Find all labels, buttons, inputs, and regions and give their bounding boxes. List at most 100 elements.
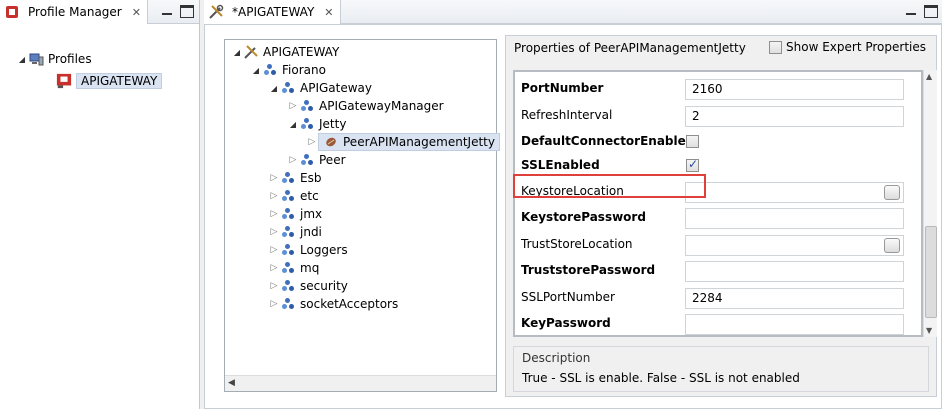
browse-button[interactable]	[884, 185, 900, 200]
tree-item-label: APIGatewayManager	[319, 99, 444, 113]
tree-item-label: security	[300, 279, 348, 293]
property-value-input[interactable]	[685, 235, 904, 256]
property-value-input[interactable]	[685, 261, 904, 282]
configuration-tree[interactable]: ◢ APIGATEWAY ◢ Fiorano ◢ APIGateway ▷ AP…	[224, 39, 500, 392]
editor-body: ◢ APIGATEWAY ◢ Fiorano ◢ APIGateway ▷ AP…	[204, 24, 942, 409]
property-name: SSLEnabled	[521, 158, 600, 172]
profile-manager-tab-title: Profile Manager	[28, 5, 122, 19]
tools-icon	[208, 4, 224, 20]
collapse-arrow-icon[interactable]: ▷	[268, 263, 280, 273]
tree-item-label: socketAcceptors	[300, 297, 399, 311]
maximize-button[interactable]	[180, 5, 194, 18]
scroll-left-icon[interactable]: ◀	[228, 378, 235, 388]
property-row-refreshinterval: RefreshInterval 2	[515, 103, 921, 129]
horizontal-scrollbar[interactable]: ◀	[225, 375, 496, 391]
tree-item[interactable]: ▷ mq	[268, 259, 320, 277]
maximize-button[interactable]	[924, 5, 938, 18]
property-row-defaultconnectorenabled: DefaultConnectorEnabled	[515, 129, 921, 155]
tree-item-apigateway-profile[interactable]: APIGATEWAY	[56, 72, 163, 90]
profile-manager-tab[interactable]: Profile Manager ✕	[0, 0, 148, 24]
scrollbar-thumb[interactable]	[925, 226, 937, 318]
molecule-icon	[280, 260, 296, 276]
sslenabled-highlight-box	[513, 174, 706, 198]
tree-item[interactable]: ▷ security	[268, 277, 348, 295]
properties-panel: Properties of PeerAPIManagementJetty Sho…	[505, 35, 937, 397]
property-row-sslportnumber: SSLPortNumber 2284	[515, 285, 921, 311]
property-value-input[interactable]	[685, 208, 904, 229]
molecule-icon	[280, 206, 296, 222]
property-name: RefreshInterval	[521, 108, 613, 122]
tree-item[interactable]: ▷ Loggers	[268, 241, 348, 259]
description-box: Description True - SSL is enable. False …	[513, 346, 929, 392]
scroll-up-icon[interactable]: ▲	[926, 72, 932, 81]
tree-item[interactable]: ▷ Peer	[287, 151, 346, 169]
minimize-button[interactable]	[904, 5, 918, 18]
property-name: DefaultConnectorEnabled	[521, 134, 695, 148]
tree-item-label: APIGATEWAY	[263, 45, 340, 59]
tree-item[interactable]: ▷ APIGatewayManager	[287, 97, 444, 115]
property-value-input[interactable]	[685, 182, 904, 203]
property-value-input[interactable]: 2284	[685, 288, 904, 309]
expand-arrow-icon[interactable]: ◢	[250, 66, 262, 75]
editor-tabbar: *APIGATEWAY ✕	[204, 0, 942, 24]
tree-item-profiles[interactable]: ◢ Profiles	[16, 50, 92, 68]
expand-arrow-icon[interactable]: ◢	[287, 120, 299, 129]
expand-arrow-icon[interactable]: ◢	[231, 48, 243, 57]
property-value-input[interactable]	[685, 314, 904, 335]
property-value-input[interactable]: 2160	[685, 79, 904, 100]
collapse-arrow-icon[interactable]: ▷	[306, 137, 318, 147]
collapse-arrow-icon[interactable]: ▷	[268, 299, 280, 309]
collapse-arrow-icon[interactable]: ▷	[268, 281, 280, 291]
collapse-arrow-icon[interactable]: ▷	[287, 101, 299, 111]
collapse-arrow-icon[interactable]: ▷	[268, 173, 280, 183]
molecule-icon	[280, 188, 296, 204]
tree-item-selected[interactable]: ▷ PeerAPIManagementJetty	[306, 133, 500, 151]
tree-item-label: Fiorano	[282, 63, 326, 77]
tree-item[interactable]: ▷ jndi	[268, 223, 322, 241]
collapse-arrow-icon[interactable]: ▷	[268, 245, 280, 255]
close-icon[interactable]: ✕	[132, 6, 141, 19]
computer-icon	[28, 51, 44, 67]
collapse-arrow-icon[interactable]: ▷	[268, 191, 280, 201]
property-row-keystorepassword: KeystorePassword	[515, 205, 921, 231]
browse-button[interactable]	[884, 238, 900, 253]
property-row-portnumber: PortNumber 2160	[515, 76, 921, 102]
property-checkbox-checked[interactable]	[686, 157, 699, 172]
tree-item[interactable]: ◢ Jetty	[287, 115, 347, 133]
tree-item[interactable]: ▷ etc	[268, 187, 319, 205]
selected-node[interactable]: PeerAPIManagementJetty	[318, 133, 500, 151]
property-name: KeyPassword	[521, 316, 611, 330]
property-row-truststorepassword: TruststorePassword	[515, 258, 921, 284]
tree-item-label: Loggers	[300, 243, 348, 257]
molecule-icon	[280, 278, 296, 294]
collapse-arrow-icon[interactable]: ▷	[287, 155, 299, 165]
editor-tab[interactable]: *APIGATEWAY ✕	[204, 0, 341, 24]
expand-arrow-icon[interactable]: ◢	[268, 84, 280, 93]
molecule-icon	[280, 242, 296, 258]
tree-item-label: APIGateway	[300, 81, 372, 95]
tree-item-label: Profiles	[48, 52, 92, 66]
tree-item-label: PeerAPIManagementJetty	[343, 135, 495, 149]
property-value-input[interactable]: 2	[685, 106, 904, 127]
property-checkbox[interactable]	[686, 135, 699, 148]
tree-item[interactable]: ▷ Esb	[268, 169, 322, 187]
scroll-down-icon[interactable]: ▼	[926, 326, 932, 335]
close-icon[interactable]: ✕	[324, 6, 333, 19]
tree-item-label: mq	[300, 261, 320, 275]
property-name: SSLPortNumber	[521, 290, 615, 304]
tree-item[interactable]: ▷ jmx	[268, 205, 323, 223]
collapse-arrow-icon[interactable]: ▷	[268, 209, 280, 219]
tree-item[interactable]: ◢ Fiorano	[250, 61, 326, 79]
show-expert-checkbox[interactable]	[769, 40, 783, 54]
profile-manager-icon	[4, 4, 20, 20]
tree-item[interactable]: ◢ APIGATEWAY	[231, 43, 339, 61]
vertical-scrollbar[interactable]: ▲ ▼	[923, 70, 937, 337]
expand-arrow-icon[interactable]: ◢	[16, 55, 28, 64]
tree-item-label: Jetty	[319, 117, 347, 131]
tree-item-label: Peer	[319, 153, 346, 167]
tree-item[interactable]: ◢ APIGateway	[268, 79, 372, 97]
show-expert-properties[interactable]: Show Expert Properties	[769, 40, 926, 54]
tree-item[interactable]: ▷ socketAcceptors	[268, 295, 399, 313]
minimize-button[interactable]	[160, 5, 174, 18]
collapse-arrow-icon[interactable]: ▷	[268, 227, 280, 237]
